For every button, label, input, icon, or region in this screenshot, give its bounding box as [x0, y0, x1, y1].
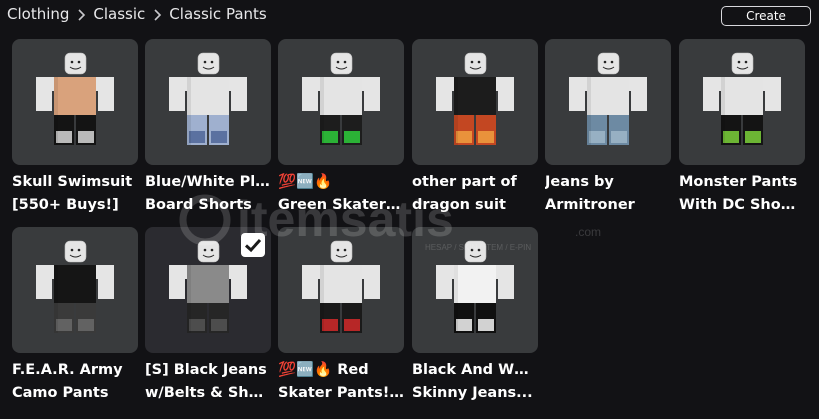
item-card[interactable]: 💯🆕🔥 Red Skater Pants!...	[278, 227, 404, 401]
item-card[interactable]: Jeans by Armitroner	[545, 39, 671, 213]
item-card[interactable]: Black And White Skinny Jeans...	[412, 227, 538, 401]
avatar-render	[302, 240, 380, 333]
item-title[interactable]: [S] Black Jeans w/Belts & Shoe...	[145, 359, 271, 405]
breadcrumb-classic[interactable]: Classic	[93, 5, 145, 23]
item-title[interactable]: Monster Pants With DC Shoes....	[679, 171, 805, 217]
avatar-render	[436, 240, 514, 333]
item-card[interactable]: F.E.A.R. Army Camo Pants	[12, 227, 138, 401]
item-thumbnail[interactable]	[278, 227, 404, 353]
item-thumbnail[interactable]	[412, 39, 538, 165]
item-thumbnail[interactable]	[278, 39, 404, 165]
item-card[interactable]: Monster Pants With DC Shoes....	[679, 39, 805, 213]
item-card[interactable]: Blue/White Plaid Board Shorts	[145, 39, 271, 213]
item-thumbnail[interactable]	[545, 39, 671, 165]
item-title-line-1: [S] Black Jeans	[145, 362, 267, 378]
item-title-line-1: 💯🆕🔥	[278, 174, 333, 190]
item-title[interactable]: other part of dragon suit	[412, 171, 538, 217]
item-title-line-1: 💯🆕🔥 Red	[278, 362, 369, 378]
item-thumbnail[interactable]	[412, 227, 538, 353]
avatar-render	[569, 52, 647, 145]
checkmark-icon	[241, 233, 265, 257]
item-card[interactable]: 💯🆕🔥 Green Skater Pants!...	[278, 39, 404, 213]
item-title-line-2: Board Shorts	[145, 197, 252, 213]
item-title[interactable]: Jeans by Armitroner	[545, 171, 671, 217]
item-card[interactable]: Skull Swimsuit [550+ Buys!]	[12, 39, 138, 213]
breadcrumb-classic-pants: Classic Pants	[169, 5, 267, 23]
avatar-render	[36, 240, 114, 333]
item-title[interactable]: Black And White Skinny Jeans...	[412, 359, 538, 405]
item-title-line-1: Jeans by	[545, 174, 614, 190]
item-title[interactable]: Skull Swimsuit [550+ Buys!]	[12, 171, 138, 217]
item-title[interactable]: Blue/White Plaid Board Shorts	[145, 171, 271, 217]
item-title-line-2: Armitroner	[545, 197, 635, 213]
item-grid: Skull Swimsuit [550+ Buys!] Blue/White Pla…	[12, 39, 807, 414]
item-title-line-1: Skull Swimsuit	[12, 174, 133, 190]
item-title[interactable]: 💯🆕🔥 Red Skater Pants!...	[278, 359, 404, 405]
item-thumbnail[interactable]	[12, 39, 138, 165]
item-title-line-1: Black And White	[412, 362, 538, 378]
top-bar: Clothing Classic Classic Pants Create	[0, 0, 819, 32]
item-title-line-2: dragon suit	[412, 197, 506, 213]
item-title-line-1: Monster Pants	[679, 174, 798, 190]
chevron-right-icon	[154, 9, 162, 21]
item-card[interactable]: [S] Black Jeans w/Belts & Shoe...	[145, 227, 271, 401]
item-card[interactable]: other part of dragon suit	[412, 39, 538, 213]
item-title-line-2: [550+ Buys!]	[12, 197, 119, 213]
item-title-line-2: With DC Shoes....	[679, 197, 805, 213]
item-thumbnail[interactable]	[12, 227, 138, 353]
item-title-line-2: Skinny Jeans...	[412, 385, 533, 401]
create-button[interactable]: Create	[721, 6, 811, 26]
avatar-render	[302, 52, 380, 145]
item-title-line-1: F.E.A.R. Army	[12, 362, 123, 378]
avatar-render	[436, 52, 514, 145]
item-title-line-2: Green Skater Pants!...	[278, 197, 404, 213]
avatar-render	[36, 52, 114, 145]
item-title[interactable]: F.E.A.R. Army Camo Pants	[12, 359, 138, 405]
item-thumbnail[interactable]	[145, 227, 271, 353]
item-title-line-2: Camo Pants	[12, 385, 109, 401]
item-title[interactable]: 💯🆕🔥 Green Skater Pants!...	[278, 171, 404, 217]
item-thumbnail[interactable]	[679, 39, 805, 165]
breadcrumb-clothing[interactable]: Clothing	[7, 5, 69, 23]
item-title-line-1: other part of	[412, 174, 517, 190]
chevron-right-icon	[78, 9, 86, 21]
item-title-line-1: Blue/White Plaid	[145, 174, 271, 190]
breadcrumb: Clothing Classic Classic Pants	[7, 5, 267, 23]
avatar-render	[169, 52, 247, 145]
avatar-render	[703, 52, 781, 145]
item-title-line-2: w/Belts & Shoe...	[145, 385, 271, 401]
item-title-line-2: Skater Pants!...	[278, 385, 404, 401]
item-thumbnail[interactable]	[145, 39, 271, 165]
